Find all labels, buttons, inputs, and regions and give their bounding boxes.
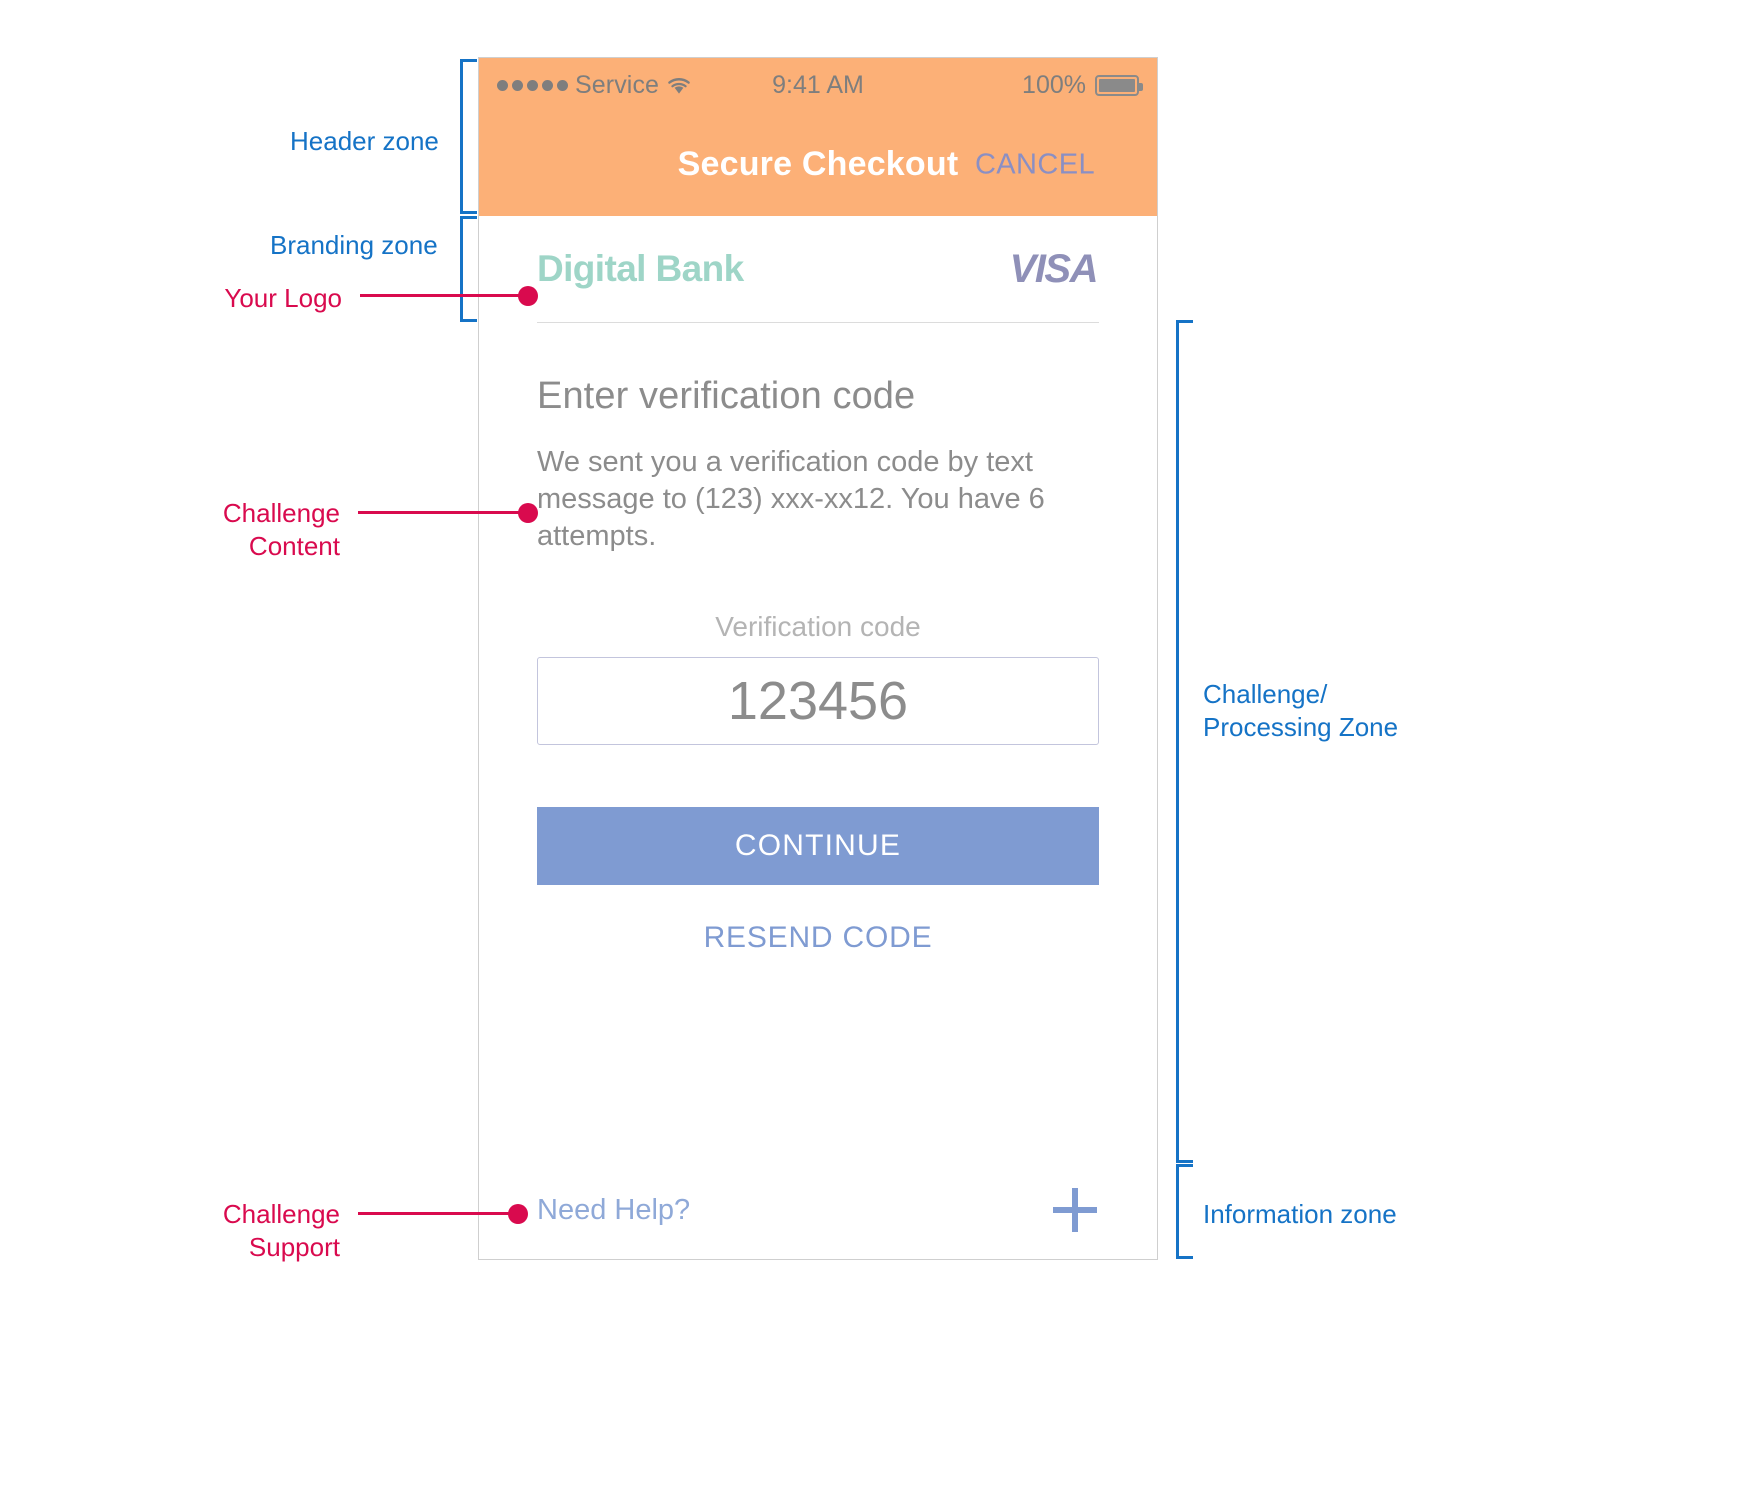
branding-zone: Digital Bank VISA (479, 216, 1157, 322)
branding-zone-bracket (460, 216, 477, 322)
bank-logo: Digital Bank (537, 248, 744, 289)
challenge-support-leader-dot (508, 1204, 528, 1224)
challenge-support-leader-line (358, 1212, 525, 1215)
challenge-support-label: Challenge Support (222, 1199, 340, 1263)
information-zone: Need Help? (479, 1161, 1157, 1259)
resend-code-button[interactable]: RESEND CODE (537, 921, 1099, 955)
screenshot-canvas: Service 9:41 AM 100% Secure Checkout CAN… (0, 0, 1750, 1506)
challenge-title: Enter verification code (537, 375, 916, 417)
verification-code-input[interactable] (537, 657, 1099, 746)
nav-bar: Secure Checkout CANCEL (479, 113, 1157, 216)
wifi-icon (666, 76, 692, 95)
challenge-content-leader-dot (518, 503, 538, 523)
need-help-button[interactable]: Need Help? (537, 1194, 690, 1227)
plus-icon[interactable] (1053, 1188, 1097, 1232)
branding-zone-label: Branding zone (270, 230, 438, 260)
header-zone-bracket (460, 59, 477, 214)
header-zone-label: Header zone (290, 126, 439, 156)
branding-divider (537, 322, 1099, 323)
challenge-processing-zone-label: Challenge/ Processing Zone (1203, 679, 1399, 743)
your-logo-label: Your Logo (224, 283, 342, 313)
visa-logo: VISA (1009, 246, 1099, 291)
challenge-content-label: Challenge Content (222, 498, 340, 562)
challenge-description: We sent you a verification code by text … (537, 446, 1045, 553)
status-bar-left: Service (497, 71, 692, 100)
verification-code-label: Verification code (715, 611, 921, 643)
status-bar: Service 9:41 AM 100% (479, 58, 1157, 113)
status-bar-right: 100% (1022, 71, 1143, 100)
information-zone-bracket (1176, 1164, 1193, 1259)
cancel-button[interactable]: CANCEL (975, 148, 1095, 181)
challenge-processing-zone-bracket (1176, 320, 1193, 1163)
challenge-content-leader-line (358, 511, 525, 514)
your-logo-leader-line (360, 294, 525, 297)
page-title: Secure Checkout (677, 145, 959, 183)
continue-button[interactable]: CONTINUE (537, 807, 1099, 886)
phone-mockup: Service 9:41 AM 100% Secure Checkout CAN… (478, 57, 1158, 1260)
your-logo-leader-dot (518, 286, 538, 306)
battery-percent-label: 100% (1022, 71, 1086, 99)
challenge-zone: Enter verification code We sent you a ve… (479, 375, 1157, 955)
carrier-label: Service (575, 71, 660, 99)
signal-strength-icon (497, 80, 568, 91)
battery-icon (1095, 75, 1143, 96)
information-zone-label: Information zone (1203, 1199, 1397, 1229)
